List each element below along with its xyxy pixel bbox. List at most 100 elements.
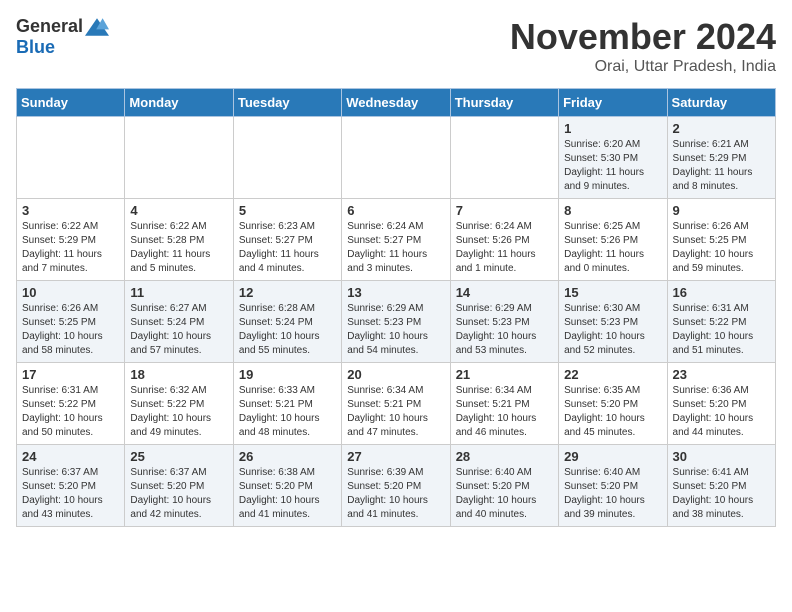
day-cell: 8 Sunrise: 6:25 AM Sunset: 5:26 PM Daylig… (559, 199, 667, 281)
day-cell: 29Sunrise: 6:40 AM Sunset: 5:20 PM Dayli… (559, 445, 667, 527)
day-cell: 7 Sunrise: 6:24 AM Sunset: 5:26 PM Daylig… (450, 199, 558, 281)
day-cell: 11 Sunrise: 6:27 AM Sunset: 5:24 PM Dayli… (125, 281, 233, 363)
day-cell: 21Sunrise: 6:34 AM Sunset: 5:21 PM Dayli… (450, 363, 558, 445)
week-row-3: 10 Sunrise: 6:26 AM Sunset: 5:25 PM Dayli… (17, 281, 776, 363)
day-number: 23 (673, 367, 770, 382)
day-info: Sunrise: 6:37 AM Sunset: 5:20 PM Dayligh… (22, 466, 119, 522)
day-info: Sunrise: 6:29 AM Sunset: 5:23 PM Dayligh… (347, 302, 444, 358)
day-cell (450, 117, 558, 199)
day-info: Sunrise: 6:35 AM Sunset: 5:20 PM Dayligh… (564, 384, 661, 440)
day-info: Sunrise: 6:33 AM Sunset: 5:21 PM Dayligh… (239, 384, 336, 440)
day-number: 3 (22, 203, 119, 218)
week-row-4: 17 Sunrise: 6:31 AM Sunset: 5:22 PM Dayli… (17, 363, 776, 445)
header-sunday: Sunday (17, 89, 125, 117)
day-info: Sunrise: 6:34 AM Sunset: 5:21 PM Dayligh… (456, 384, 553, 440)
day-info: Sunrise: 6:22 AM Sunset: 5:29 PM Dayligh… (22, 220, 119, 276)
day-cell: 5 Sunrise: 6:23 AM Sunset: 5:27 PM Daylig… (233, 199, 341, 281)
day-info: Sunrise: 6:31 AM Sunset: 5:22 PM Dayligh… (673, 302, 770, 358)
title-block: November 2024 Orai, Uttar Pradesh, India (510, 16, 776, 76)
day-cell: 14 Sunrise: 6:29 AM Sunset: 5:23 PM Dayli… (450, 281, 558, 363)
day-info: Sunrise: 6:27 AM Sunset: 5:24 PM Dayligh… (130, 302, 227, 358)
day-cell: 20 Sunrise: 6:34 AM Sunset: 5:21 PM Dayli… (342, 363, 450, 445)
day-info: Sunrise: 6:21 AM Sunset: 5:29 PM Dayligh… (673, 138, 770, 194)
day-info: Sunrise: 6:39 AM Sunset: 5:20 PM Dayligh… (347, 466, 444, 522)
header-row: SundayMondayTuesdayWednesdayThursdayFrid… (17, 89, 776, 117)
day-cell (17, 117, 125, 199)
day-number: 12 (239, 285, 336, 300)
month-title: November 2024 (510, 16, 776, 58)
day-number: 26 (239, 449, 336, 464)
page-header: General Blue November 2024 Orai, Uttar P… (16, 16, 776, 76)
header-monday: Monday (125, 89, 233, 117)
day-number: 17 (22, 367, 119, 382)
header-friday: Friday (559, 89, 667, 117)
day-number: 18 (130, 367, 227, 382)
day-number: 22 (564, 367, 661, 382)
day-cell: 16 Sunrise: 6:31 AM Sunset: 5:22 PM Dayli… (667, 281, 775, 363)
day-info: Sunrise: 6:40 AM Sunset: 5:20 PM Dayligh… (564, 466, 661, 522)
day-cell (125, 117, 233, 199)
logo-general-text: General (16, 16, 83, 37)
day-number: 30 (673, 449, 770, 464)
day-number: 7 (456, 203, 553, 218)
day-cell: 30 Sunrise: 6:41 AM Sunset: 5:20 PM Dayli… (667, 445, 775, 527)
week-row-5: 24 Sunrise: 6:37 AM Sunset: 5:20 PM Dayli… (17, 445, 776, 527)
day-info: Sunrise: 6:29 AM Sunset: 5:23 PM Dayligh… (456, 302, 553, 358)
day-cell: 22 Sunrise: 6:35 AM Sunset: 5:20 PM Dayli… (559, 363, 667, 445)
day-cell: 12Sunrise: 6:28 AM Sunset: 5:24 PM Dayli… (233, 281, 341, 363)
location-subtitle: Orai, Uttar Pradesh, India (510, 58, 776, 76)
day-info: Sunrise: 6:31 AM Sunset: 5:22 PM Dayligh… (22, 384, 119, 440)
day-cell (233, 117, 341, 199)
day-number: 4 (130, 203, 227, 218)
day-info: Sunrise: 6:30 AM Sunset: 5:23 PM Dayligh… (564, 302, 661, 358)
day-number: 16 (673, 285, 770, 300)
day-cell: 4 Sunrise: 6:22 AM Sunset: 5:28 PM Daylig… (125, 199, 233, 281)
day-info: Sunrise: 6:23 AM Sunset: 5:27 PM Dayligh… (239, 220, 336, 276)
day-number: 2 (673, 121, 770, 136)
day-number: 9 (673, 203, 770, 218)
calendar-table: SundayMondayTuesdayWednesdayThursdayFrid… (16, 88, 776, 527)
day-info: Sunrise: 6:26 AM Sunset: 5:25 PM Dayligh… (673, 220, 770, 276)
day-cell: 3 Sunrise: 6:22 AM Sunset: 5:29 PM Daylig… (17, 199, 125, 281)
day-number: 11 (130, 285, 227, 300)
day-info: Sunrise: 6:41 AM Sunset: 5:20 PM Dayligh… (673, 466, 770, 522)
day-info: Sunrise: 6:25 AM Sunset: 5:26 PM Dayligh… (564, 220, 661, 276)
day-cell: 17 Sunrise: 6:31 AM Sunset: 5:22 PM Dayli… (17, 363, 125, 445)
day-number: 14 (456, 285, 553, 300)
logo: General Blue (16, 16, 109, 58)
day-cell: 9 Sunrise: 6:26 AM Sunset: 5:25 PM Daylig… (667, 199, 775, 281)
day-info: Sunrise: 6:37 AM Sunset: 5:20 PM Dayligh… (130, 466, 227, 522)
day-number: 10 (22, 285, 119, 300)
day-number: 19 (239, 367, 336, 382)
day-cell: 24 Sunrise: 6:37 AM Sunset: 5:20 PM Dayli… (17, 445, 125, 527)
day-cell: 2 Sunrise: 6:21 AM Sunset: 5:29 PM Daylig… (667, 117, 775, 199)
day-number: 27 (347, 449, 444, 464)
day-number: 25 (130, 449, 227, 464)
day-cell: 6 Sunrise: 6:24 AM Sunset: 5:27 PM Daylig… (342, 199, 450, 281)
day-info: Sunrise: 6:36 AM Sunset: 5:20 PM Dayligh… (673, 384, 770, 440)
header-saturday: Saturday (667, 89, 775, 117)
day-cell: 15Sunrise: 6:30 AM Sunset: 5:23 PM Dayli… (559, 281, 667, 363)
day-cell: 25 Sunrise: 6:37 AM Sunset: 5:20 PM Dayli… (125, 445, 233, 527)
day-cell: 10 Sunrise: 6:26 AM Sunset: 5:25 PM Dayli… (17, 281, 125, 363)
day-number: 6 (347, 203, 444, 218)
header-thursday: Thursday (450, 89, 558, 117)
day-number: 24 (22, 449, 119, 464)
day-info: Sunrise: 6:24 AM Sunset: 5:27 PM Dayligh… (347, 220, 444, 276)
day-info: Sunrise: 6:34 AM Sunset: 5:21 PM Dayligh… (347, 384, 444, 440)
day-number: 5 (239, 203, 336, 218)
day-info: Sunrise: 6:22 AM Sunset: 5:28 PM Dayligh… (130, 220, 227, 276)
week-row-2: 3 Sunrise: 6:22 AM Sunset: 5:29 PM Daylig… (17, 199, 776, 281)
logo-icon (85, 17, 109, 37)
day-info: Sunrise: 6:38 AM Sunset: 5:20 PM Dayligh… (239, 466, 336, 522)
day-cell: 18Sunrise: 6:32 AM Sunset: 5:22 PM Dayli… (125, 363, 233, 445)
week-row-1: 1Sunrise: 6:20 AM Sunset: 5:30 PM Daylig… (17, 117, 776, 199)
day-info: Sunrise: 6:24 AM Sunset: 5:26 PM Dayligh… (456, 220, 553, 276)
day-number: 20 (347, 367, 444, 382)
header-tuesday: Tuesday (233, 89, 341, 117)
day-info: Sunrise: 6:26 AM Sunset: 5:25 PM Dayligh… (22, 302, 119, 358)
header-wednesday: Wednesday (342, 89, 450, 117)
day-info: Sunrise: 6:20 AM Sunset: 5:30 PM Dayligh… (564, 138, 661, 194)
day-number: 8 (564, 203, 661, 218)
day-cell: 19 Sunrise: 6:33 AM Sunset: 5:21 PM Dayli… (233, 363, 341, 445)
